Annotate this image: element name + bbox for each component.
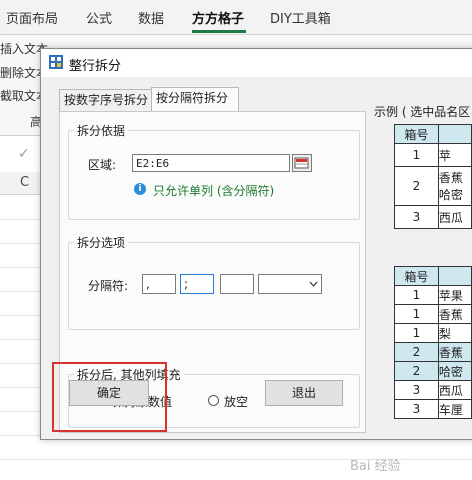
table-row: 2 香蕉 哈密 — [394, 166, 472, 206]
split-basis-legend: 拆分依据 — [74, 122, 129, 139]
column-header-c[interactable]: C — [20, 175, 29, 190]
table-row: 3 西瓜 — [394, 205, 472, 229]
table-cell: 香蕉 — [437, 342, 472, 362]
tab-formulas[interactable]: 公式 — [86, 8, 112, 27]
table-row: 2 香蕉 — [394, 342, 472, 362]
table-cell: 2 — [394, 166, 439, 206]
exit-button[interactable]: 退出 — [265, 380, 343, 406]
split-basis-group — [68, 130, 360, 220]
tab-fangfang-gezi[interactable]: 方方格子 — [192, 8, 244, 27]
table-cell: 车厘 — [437, 399, 472, 419]
app-grid-icon — [49, 55, 63, 69]
example-table-before: 箱号 1 苹 2 香蕉 哈密 3 西瓜 — [394, 124, 472, 229]
table-header-cell — [437, 124, 472, 144]
table-cell: 3 — [394, 399, 439, 419]
leave-empty-radio[interactable] — [208, 395, 219, 406]
table-header-row: 箱号 — [394, 266, 472, 286]
table-cell: 2 — [394, 361, 439, 381]
table-header-cell: 箱号 — [394, 124, 439, 144]
separator-dropdown[interactable] — [258, 274, 322, 294]
range-picker-icon — [294, 157, 309, 169]
range-select-button[interactable] — [292, 154, 312, 172]
table-row: 2 哈密 — [394, 361, 472, 381]
single-column-hint: 只允许单列 (含分隔符) — [153, 184, 275, 198]
table-cell: 1 — [394, 143, 439, 167]
table-cell: 2 — [394, 342, 439, 362]
tab-data[interactable]: 数据 — [138, 8, 164, 27]
annotation-highlight-box — [52, 362, 167, 432]
tab-split-by-number[interactable]: 按数字序号拆分 — [59, 89, 153, 112]
separator-label: 分隔符: — [88, 279, 129, 293]
active-tab-indicator — [192, 30, 246, 33]
separator-input-2[interactable]: ; — [180, 274, 214, 294]
table-header-cell: 箱号 — [394, 266, 439, 286]
table-row: 1 香蕉 — [394, 304, 472, 324]
info-icon: i — [134, 183, 146, 195]
table-cell: 苹 — [437, 143, 472, 167]
table-cell: 西瓜 — [437, 205, 472, 229]
ribbon-tab-bar: 页面布局 公式 数据 方方格子 DIY工具箱 — [0, 0, 472, 35]
separator-input-3[interactable] — [220, 274, 254, 294]
table-row: 3 车厘 — [394, 399, 472, 419]
table-header-cell — [437, 266, 472, 286]
table-cell: 哈密 — [437, 361, 472, 381]
table-cell: 1 — [394, 323, 439, 343]
tab-split-by-separator[interactable]: 按分隔符拆分 — [151, 87, 239, 112]
table-cell: 香蕉 — [437, 304, 472, 324]
table-row: 3 西瓜 — [394, 380, 472, 400]
table-row: 1 梨 — [394, 323, 472, 343]
tab-diy-toolbox[interactable]: DIY工具箱 — [270, 8, 331, 27]
split-options-legend: 拆分选项 — [74, 234, 129, 251]
dialog-title: 整行拆分 — [69, 59, 122, 74]
tab-page-layout[interactable]: 页面布局 — [6, 8, 58, 27]
dialog-titlebar[interactable]: 整行拆分 — [41, 49, 472, 77]
area-input[interactable]: E2:E6 — [132, 154, 290, 172]
gridline — [0, 459, 472, 460]
table-cell: 3 — [394, 205, 439, 229]
table-cell: 梨 — [437, 323, 472, 343]
table-header-row: 箱号 — [394, 124, 472, 144]
table-row: 1 苹 — [394, 143, 472, 167]
example-table-after: 箱号 1 苹果 1 香蕉 1 梨 2 香蕉 2 哈密 3 西瓜 3 车厘 — [394, 266, 472, 419]
chevron-down-icon — [309, 281, 318, 287]
table-cell: 苹果 — [437, 285, 472, 305]
example-title: 示例 ( 选中品名区 — [374, 105, 471, 119]
table-cell: 3 — [394, 380, 439, 400]
area-label: 区域: — [88, 158, 117, 172]
leave-empty-label[interactable]: 放空 — [224, 393, 248, 410]
watermark: Bai 经验 — [350, 459, 401, 474]
table-row: 1 苹果 — [394, 285, 472, 305]
separator-input-1[interactable]: , — [142, 274, 176, 294]
checkmark-icon[interactable]: ✓ — [18, 146, 30, 162]
table-cell: 香蕉 哈密 — [437, 166, 472, 206]
table-cell: 1 — [394, 285, 439, 305]
table-cell: 1 — [394, 304, 439, 324]
table-cell: 西瓜 — [437, 380, 472, 400]
